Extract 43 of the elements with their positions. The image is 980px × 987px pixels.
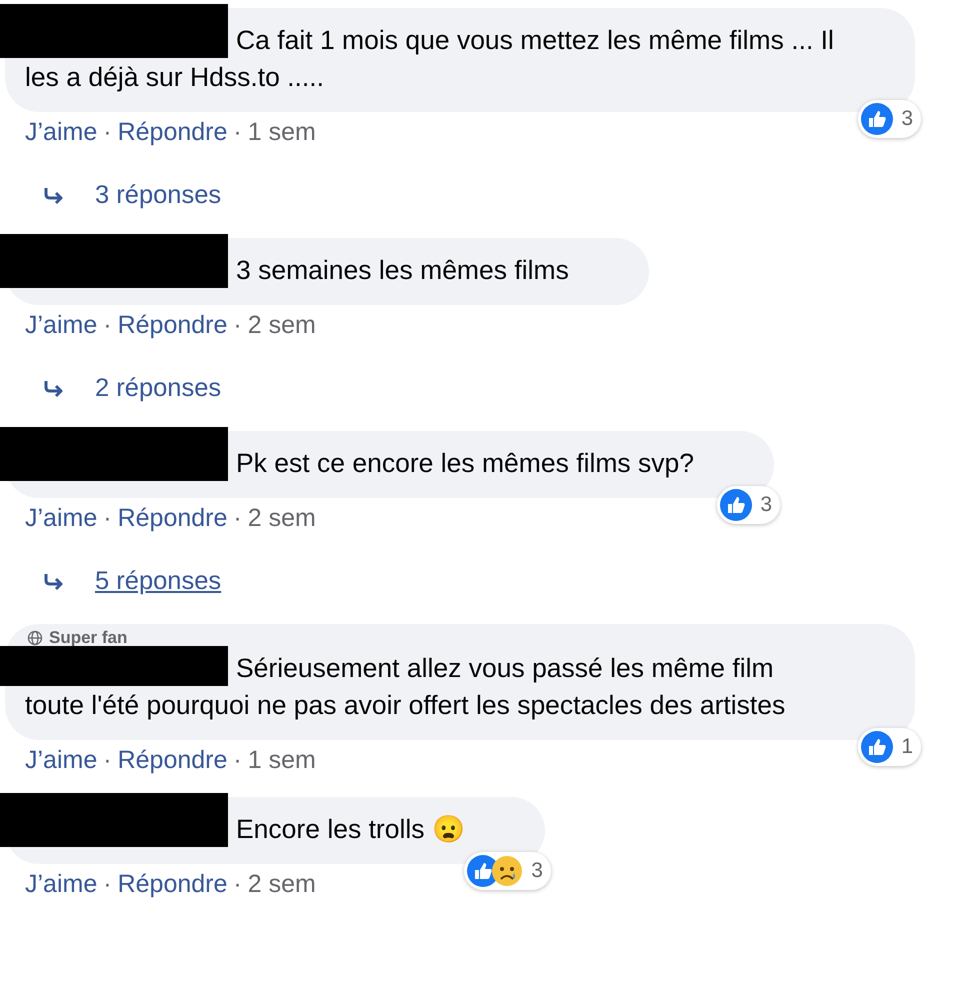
super-fan-label: Super fan bbox=[49, 628, 128, 648]
separator-dot: · bbox=[233, 118, 242, 147]
timestamp: 2 sem bbox=[248, 504, 316, 533]
replies-link[interactable]: 3 réponses bbox=[95, 181, 222, 210]
separator-dot: · bbox=[103, 746, 112, 775]
comment-text: Sérieusement allez vous passé les même film toute l'été pourquoi ne pas avoir offert les spectacles des artistes bbox=[25, 653, 786, 720]
separator-dot: · bbox=[233, 746, 242, 775]
comment-text: Pk est ce encore les mêmes films svp? bbox=[236, 448, 694, 478]
like-link[interactable]: J’aime bbox=[25, 504, 98, 533]
like-link[interactable]: J’aime bbox=[25, 311, 98, 340]
sad-face-icon bbox=[491, 855, 524, 887]
like-link[interactable]: J’aime bbox=[25, 118, 98, 147]
reply-link[interactable]: Répondre bbox=[118, 870, 228, 899]
reply-link[interactable]: Répondre bbox=[118, 746, 228, 775]
like-link[interactable]: J’aime bbox=[25, 870, 98, 899]
separator-dot: · bbox=[233, 504, 242, 533]
reaction-count[interactable]: 3 bbox=[858, 100, 921, 138]
separator-dot: · bbox=[233, 311, 242, 340]
reaction-count[interactable]: 3 bbox=[717, 486, 780, 524]
thumbs-up-icon bbox=[861, 731, 894, 763]
comment-text: Encore les trolls 😦 bbox=[236, 814, 465, 844]
comment-text: 3 semaines les mêmes films bbox=[236, 255, 569, 285]
replies-link[interactable]: 2 réponses bbox=[95, 374, 222, 403]
comment-text: Ca fait 1 mois que vous mettez les même films ... Il les a déjà sur Hdss.to ..... bbox=[25, 25, 834, 92]
replies-link[interactable]: 5 réponses bbox=[95, 567, 222, 596]
reaction-count[interactable]: 3 bbox=[464, 852, 551, 890]
separator-dot: · bbox=[233, 870, 242, 899]
reply-link[interactable]: Répondre bbox=[118, 504, 228, 533]
timestamp: 2 sem bbox=[248, 311, 316, 340]
separator-dot: · bbox=[103, 118, 112, 147]
separator-dot: · bbox=[103, 311, 112, 340]
thumbs-up-icon bbox=[720, 489, 752, 521]
reaction-count[interactable]: 1 bbox=[858, 728, 921, 766]
reply-link[interactable]: Répondre bbox=[118, 311, 228, 340]
separator-dot: · bbox=[103, 504, 112, 533]
globe-icon bbox=[27, 630, 43, 646]
timestamp: 2 sem bbox=[248, 870, 316, 899]
timestamp: 1 sem bbox=[248, 118, 316, 147]
reply-link[interactable]: Répondre bbox=[118, 118, 228, 147]
thumbs-up-icon bbox=[861, 103, 894, 135]
separator-dot: · bbox=[103, 870, 112, 899]
like-link[interactable]: J’aime bbox=[25, 746, 98, 775]
timestamp: 1 sem bbox=[248, 746, 316, 775]
